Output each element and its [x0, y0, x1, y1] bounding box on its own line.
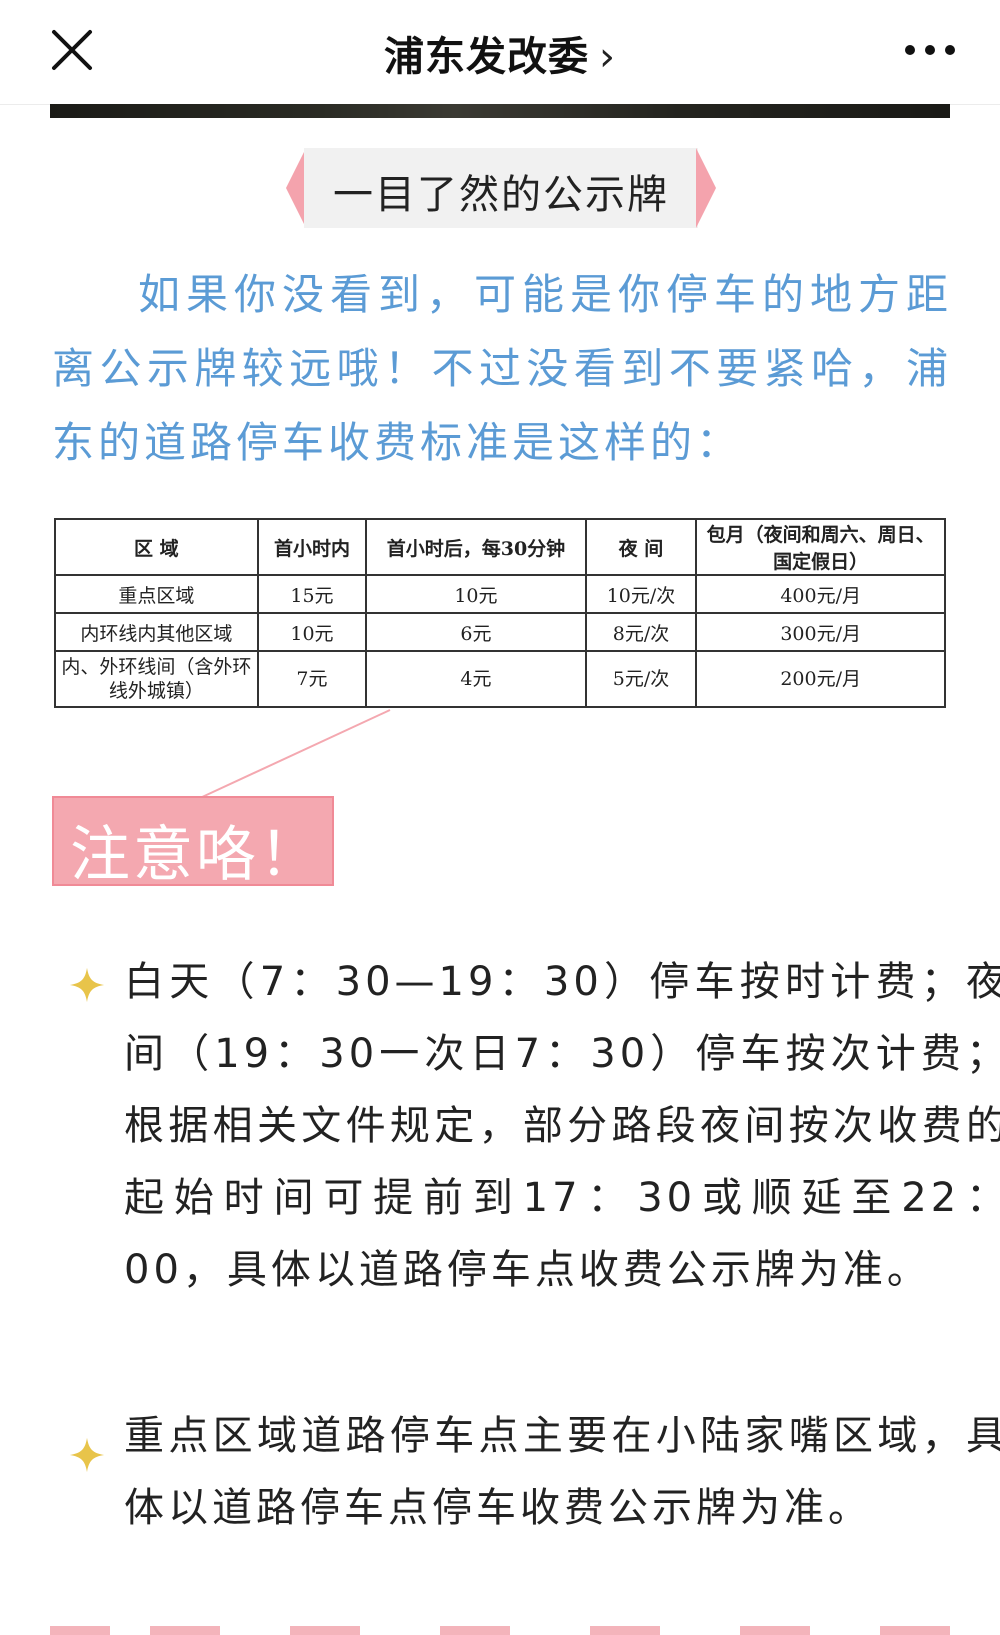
table-cell: 15元 [256, 574, 368, 614]
table-header-row: 区 域 首小时内 首小时后，每30分钟 夜 间 包月（夜间和周六、周日、国定假日… [54, 518, 946, 576]
table-cell: 10元/次 [584, 574, 698, 614]
parking-fee-table: 区 域 首小时内 首小时后，每30分钟 夜 间 包月（夜间和周六、周日、国定假日… [54, 518, 946, 708]
caption-banner: 一目了然的公示牌 [286, 148, 716, 228]
sparkle-star-icon [69, 967, 105, 1003]
table-header-cell: 首小时内 [256, 518, 368, 576]
chevron-right-icon: › [599, 34, 616, 80]
table-row: 内、外环线间（含外环线外城镇） 7元 4元 5元/次 200元/月 [54, 650, 946, 708]
more-options-button[interactable] [902, 36, 958, 64]
more-dots-icon [905, 45, 955, 55]
banner-left-arrow-icon [286, 148, 306, 228]
sparkle-star-icon [69, 1437, 105, 1473]
table-cell: 重点区域 [54, 574, 259, 614]
table-cell: 6元 [365, 612, 587, 652]
account-title-link[interactable]: 浦东发改委 › [0, 24, 1000, 82]
table-cell: 8元/次 [584, 612, 698, 652]
top-navbar: 浦东发改委 › [0, 0, 1000, 105]
table-cell: 300元/月 [695, 612, 946, 652]
bullet-text: 白天（7：30—19：30）停车按时计费；夜间（19：30一次日7：30）停车按… [124, 959, 1000, 1293]
table-header-cell: 夜 间 [584, 518, 698, 576]
table-cell: 5元/次 [584, 650, 698, 708]
table-cell: 10元 [365, 574, 587, 614]
bullet-text: 重点区域道路停车点主要在小陆家嘴区域，具体以道路停车点停车收费公示牌为准。 [124, 1413, 1000, 1531]
table-cell: 内、外环线间（含外环线外城镇） [54, 650, 259, 708]
account-name: 浦东发改委 [384, 34, 589, 80]
table-cell: 7元 [256, 650, 368, 708]
table-header-cell: 首小时后，每30分钟 [365, 518, 587, 576]
table-cell: 400元/月 [695, 574, 946, 614]
decorative-pink-border [50, 1626, 950, 1635]
article-page: 浦东发改委 › 一目了然的公示牌 如果你没看到，可能是你停车的地方距离公示牌较远哦… [0, 0, 1000, 1635]
table-cell: 200元/月 [695, 650, 946, 708]
banner-right-arrow-icon [696, 148, 716, 228]
table-cell: 4元 [365, 650, 587, 708]
table-header-cell: 包月（夜间和周六、周日、国定假日） [695, 518, 946, 576]
table-row: 重点区域 15元 10元 10元/次 400元/月 [54, 574, 946, 614]
table-cell: 10元 [256, 612, 368, 652]
intro-paragraph: 如果你没看到，可能是你停车的地方距离公示牌较远哦！不过没看到不要紧哈，浦东的道路… [52, 270, 952, 467]
table-header-cell: 区 域 [54, 518, 259, 576]
notice-label: 注意咯！ [70, 820, 322, 890]
banner-caption: 一目了然的公示牌 [333, 172, 669, 218]
article-photo-edge [50, 104, 950, 118]
notice-box: 注意咯！ [52, 796, 334, 890]
table-row: 内环线内其他区域 10元 6元 8元/次 300元/月 [54, 612, 946, 652]
table-cell: 内环线内其他区域 [54, 612, 259, 652]
